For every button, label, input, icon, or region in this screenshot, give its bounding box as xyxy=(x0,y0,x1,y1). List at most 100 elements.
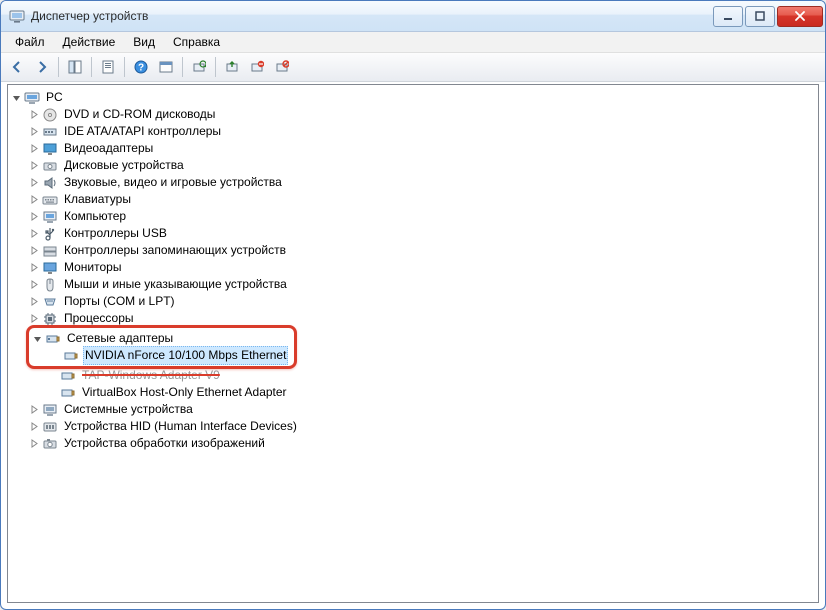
ide-controller-icon xyxy=(42,124,58,140)
tree-label: NVIDIA nForce 10/100 Mbps Ethernet xyxy=(83,346,288,365)
tree-label: Сетевые адаптеры xyxy=(65,330,175,347)
toolbar-separator xyxy=(215,57,216,77)
device-manager-window: Диспетчер устройств Файл Действие Вид Сп… xyxy=(0,0,826,610)
expand-arrow-icon[interactable] xyxy=(28,296,40,308)
menubar: Файл Действие Вид Справка xyxy=(1,32,825,53)
usb-icon xyxy=(42,226,58,242)
tree-item-keyboard[interactable]: Клавиатуры xyxy=(28,191,816,208)
monitor-icon xyxy=(42,260,58,276)
tree-label: PC xyxy=(44,89,65,106)
titlebar: Диспетчер устройств xyxy=(1,1,825,32)
show-hide-tree-button[interactable] xyxy=(63,55,87,79)
network-adapter-icon xyxy=(60,368,76,384)
tree-label: Дисковые устройства xyxy=(62,157,186,174)
tree-item-usb[interactable]: Контроллеры USB xyxy=(28,225,816,242)
tree-item-ide[interactable]: IDE ATA/ATAPI контроллеры xyxy=(28,123,816,140)
scan-hardware-button[interactable] xyxy=(187,55,211,79)
back-button[interactable] xyxy=(5,55,29,79)
app-icon xyxy=(9,8,25,24)
tree-item-storage-controllers[interactable]: Контроллеры запоминающих устройств xyxy=(28,242,816,259)
minimize-button[interactable] xyxy=(713,6,743,27)
tree-item-dvd[interactable]: DVD и CD-ROM дисководы xyxy=(28,106,816,123)
action-button[interactable] xyxy=(154,55,178,79)
svg-text:?: ? xyxy=(138,63,144,74)
toolbar-separator xyxy=(58,57,59,77)
uninstall-device-button[interactable] xyxy=(245,55,269,79)
tree-label: TAP-Windows Adapter V9 xyxy=(80,367,222,384)
menu-help[interactable]: Справка xyxy=(165,33,228,51)
expand-arrow-icon[interactable] xyxy=(28,438,40,450)
expand-arrow-icon[interactable] xyxy=(28,143,40,155)
tree-item-ports[interactable]: Порты (COM и LPT) xyxy=(28,293,816,310)
collapse-arrow-icon[interactable] xyxy=(10,92,22,104)
tree-item-imaging[interactable]: Устройства обработки изображений xyxy=(28,435,816,452)
tree-label: Порты (COM и LPT) xyxy=(62,293,177,310)
tree-item-video[interactable]: Видеоадаптеры xyxy=(28,140,816,157)
expand-arrow-icon[interactable] xyxy=(28,177,40,189)
tree-item-mouse[interactable]: Мыши и иные указывающие устройства xyxy=(28,276,816,293)
expand-arrow-icon[interactable] xyxy=(28,228,40,240)
tree-label: Звуковые, видео и игровые устройства xyxy=(62,174,284,191)
menu-action[interactable]: Действие xyxy=(55,33,124,51)
properties-button[interactable] xyxy=(96,55,120,79)
tree-item-system[interactable]: Системные устройства xyxy=(28,401,816,418)
content-wrap: PC DVD и CD-ROM дисководы IDE ATA/ATAPI … xyxy=(1,82,825,609)
tree-label: Системные устройства xyxy=(62,401,195,418)
device-tree-pane[interactable]: PC DVD и CD-ROM дисководы IDE ATA/ATAPI … xyxy=(7,84,819,603)
tree-item-tap-adapter[interactable]: TAP-Windows Adapter V9 xyxy=(46,367,816,384)
network-adapter-icon xyxy=(45,331,61,347)
tree-label: VirtualBox Host-Only Ethernet Adapter xyxy=(80,384,289,401)
tree-label: Мыши и иные указывающие устройства xyxy=(62,276,289,293)
toolbar-separator xyxy=(91,57,92,77)
expand-arrow-icon[interactable] xyxy=(28,279,40,291)
tree-label: Контроллеры USB xyxy=(62,225,169,242)
expand-arrow-icon[interactable] xyxy=(28,421,40,433)
imaging-device-icon xyxy=(42,436,58,452)
tree-item-disk[interactable]: Дисковые устройства xyxy=(28,157,816,174)
maximize-button[interactable] xyxy=(745,6,775,27)
storage-controller-icon xyxy=(42,243,58,259)
toolbar-separator xyxy=(182,57,183,77)
tree-item-network-adapters[interactable]: Сетевые адаптеры xyxy=(31,330,288,347)
disk-drive-icon xyxy=(42,158,58,174)
expand-arrow-icon[interactable] xyxy=(28,245,40,257)
expand-arrow-icon[interactable] xyxy=(28,313,40,325)
collapse-arrow-icon[interactable] xyxy=(31,333,43,345)
expand-arrow-icon[interactable] xyxy=(28,126,40,138)
tree-item-hid[interactable]: Устройства HID (Human Interface Devices) xyxy=(28,418,816,435)
tree-label: Контроллеры запоминающих устройств xyxy=(62,242,288,259)
menu-file[interactable]: Файл xyxy=(7,33,53,51)
tree-item-monitor[interactable]: Мониторы xyxy=(28,259,816,276)
tree-item-computer[interactable]: Компьютер xyxy=(28,208,816,225)
window-controls xyxy=(711,6,823,27)
computer-icon xyxy=(24,90,40,106)
keyboard-icon xyxy=(42,192,58,208)
update-driver-button[interactable] xyxy=(220,55,244,79)
help-button[interactable]: ? xyxy=(129,55,153,79)
system-device-icon xyxy=(42,402,58,418)
expand-arrow-icon[interactable] xyxy=(28,404,40,416)
hid-icon xyxy=(42,419,58,435)
tree-item-sound[interactable]: Звуковые, видео и игровые устройства xyxy=(28,174,816,191)
computer-icon xyxy=(42,209,58,225)
tree-label: IDE ATA/ATAPI контроллеры xyxy=(62,123,223,140)
expand-arrow-icon[interactable] xyxy=(28,211,40,223)
close-button[interactable] xyxy=(777,6,823,27)
menu-view[interactable]: Вид xyxy=(125,33,163,51)
sound-icon xyxy=(42,175,58,191)
expand-arrow-icon[interactable] xyxy=(28,194,40,206)
forward-button[interactable] xyxy=(30,55,54,79)
tree-label: Устройства HID (Human Interface Devices) xyxy=(62,418,299,435)
tree-label: Устройства обработки изображений xyxy=(62,435,267,452)
dvd-icon xyxy=(42,107,58,123)
tree-item-nvidia-nforce[interactable]: NVIDIA nForce 10/100 Mbps Ethernet xyxy=(49,347,288,364)
expand-arrow-icon[interactable] xyxy=(28,109,40,121)
tree-label: DVD и CD-ROM дисководы xyxy=(62,106,217,123)
expand-arrow-icon[interactable] xyxy=(28,262,40,274)
disable-device-button[interactable] xyxy=(270,55,294,79)
display-adapter-icon xyxy=(42,141,58,157)
port-icon xyxy=(42,294,58,310)
expand-arrow-icon[interactable] xyxy=(28,160,40,172)
tree-item-virtualbox-adapter[interactable]: VirtualBox Host-Only Ethernet Adapter xyxy=(46,384,816,401)
tree-root[interactable]: PC xyxy=(10,89,816,106)
